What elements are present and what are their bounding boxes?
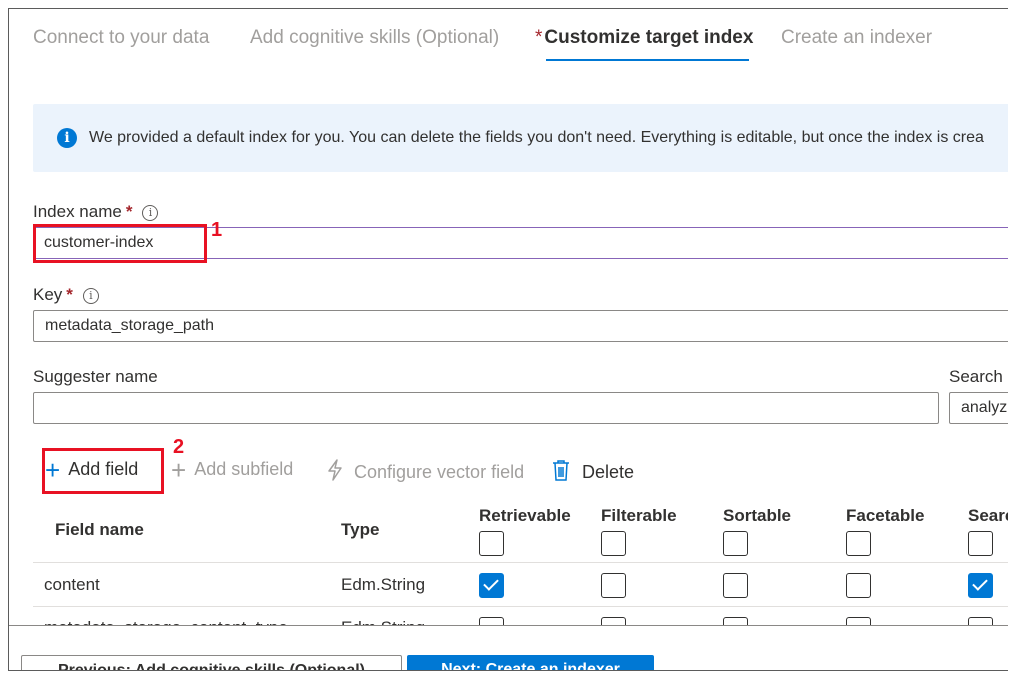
delete-button[interactable]: Delete: [552, 459, 634, 486]
searchable-select-all-checkbox[interactable]: [968, 531, 993, 556]
info-icon: i: [57, 128, 77, 148]
key-select[interactable]: metadata_storage_path: [33, 310, 1008, 342]
previous-button[interactable]: Previous: Add cognitive skills (Optional…: [21, 655, 402, 670]
index-name-label: Index name * i: [33, 202, 159, 222]
sortable-select-all-checkbox[interactable]: [723, 531, 748, 556]
search-mode-select[interactable]: analyz: [949, 392, 1008, 424]
suggester-name-label: Suggester name: [33, 367, 158, 386]
required-marker: *: [66, 285, 73, 304]
tab-create-indexer[interactable]: Create an indexer: [781, 27, 932, 49]
lightning-icon: [326, 459, 344, 486]
next-button[interactable]: Next: Create an indexer: [407, 655, 654, 670]
wizard-tabs: Connect to your data Add cognitive skill…: [9, 9, 1008, 79]
wizard-frame: Connect to your data Add cognitive skill…: [8, 8, 1008, 671]
info-message-bar: i We provided a default index for you. Y…: [33, 104, 1008, 172]
plus-icon: +: [171, 454, 187, 485]
column-header-retrievable[interactable]: Retrievable: [479, 506, 571, 526]
column-header-filterable[interactable]: Filterable: [601, 506, 677, 526]
active-tab-underline: [546, 59, 749, 61]
required-marker: *: [535, 27, 543, 48]
suggester-name-input[interactable]: [33, 392, 939, 424]
add-subfield-button[interactable]: + Add subfield: [171, 454, 293, 485]
table-divider: [33, 562, 1008, 563]
column-header-type[interactable]: Type: [341, 520, 379, 540]
annotation-box-1: [33, 224, 207, 263]
required-marker: *: [125, 202, 133, 221]
sortable-checkbox[interactable]: [723, 573, 748, 598]
search-mode-label: Search: [949, 367, 1003, 386]
column-header-sortable[interactable]: Sortable: [723, 506, 791, 526]
annotation-number-1: 1: [211, 219, 223, 241]
facetable-checkbox[interactable]: [846, 573, 871, 598]
field-name-cell: content: [44, 575, 100, 594]
tab-customize-target-index[interactable]: * Customize target index: [535, 27, 753, 49]
configure-vector-field-button[interactable]: Configure vector field: [326, 459, 524, 486]
column-header-searchable[interactable]: Searc: [968, 506, 1008, 526]
info-message-text: We provided a default index for you. You…: [89, 129, 984, 146]
facetable-select-all-checkbox[interactable]: [846, 531, 871, 556]
tab-add-cognitive-skills[interactable]: Add cognitive skills (Optional): [250, 27, 499, 49]
info-circle-icon[interactable]: i: [82, 288, 99, 304]
info-circle-icon[interactable]: i: [142, 205, 159, 221]
trash-icon: [552, 459, 570, 486]
key-label: Key * i: [33, 285, 99, 305]
tab-connect-data[interactable]: Connect to your data: [33, 27, 209, 49]
column-header-facetable[interactable]: Facetable: [846, 506, 924, 526]
retrievable-checkbox[interactable]: [479, 573, 504, 598]
retrievable-select-all-checkbox[interactable]: [479, 531, 504, 556]
table-divider: [33, 606, 1008, 607]
annotation-box-2: [42, 448, 164, 494]
filterable-checkbox[interactable]: [601, 573, 626, 598]
searchable-checkbox[interactable]: [968, 573, 993, 598]
field-type-cell[interactable]: Edm.String: [341, 575, 425, 595]
footer-divider: [9, 625, 1008, 626]
filterable-select-all-checkbox[interactable]: [601, 531, 626, 556]
column-header-field-name[interactable]: Field name: [55, 520, 144, 540]
